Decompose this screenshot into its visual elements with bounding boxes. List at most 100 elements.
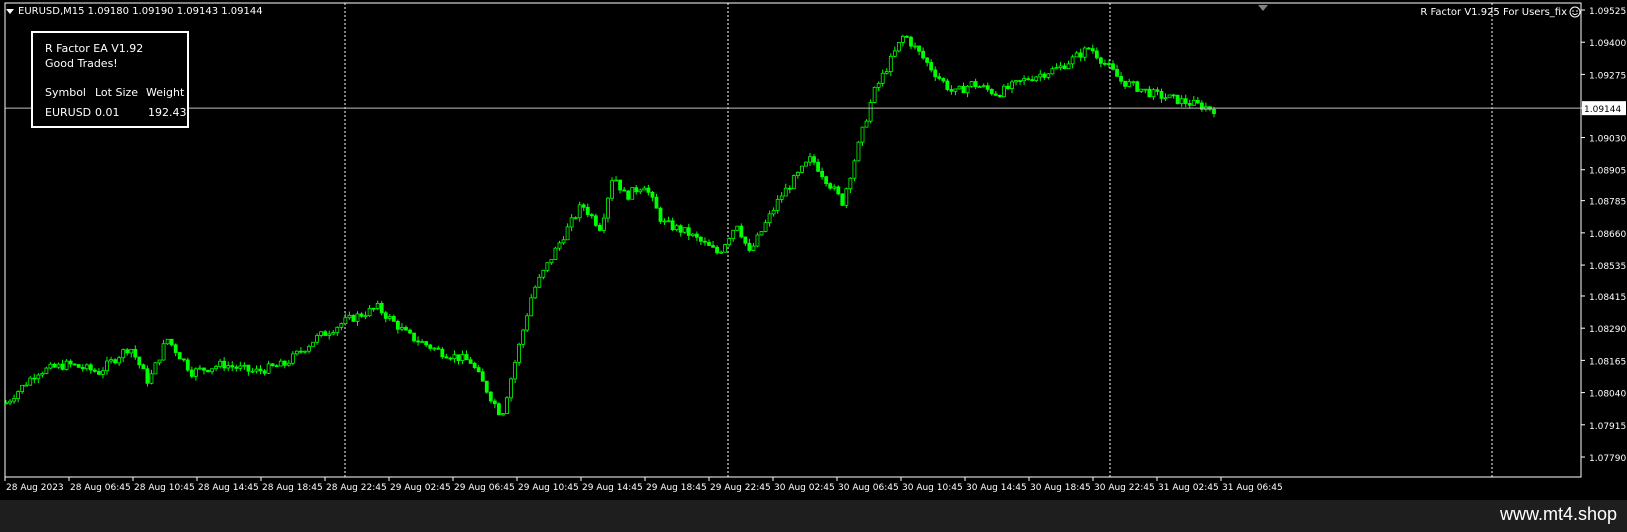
candle-body (387, 316, 392, 319)
candle-body (848, 177, 853, 190)
candle-body (1006, 85, 1010, 89)
chart-area[interactable]: 1.09525 1.09400 1.09275 1.09030 1.08905 1.087… (0, 0, 1627, 500)
candle-body (795, 171, 800, 177)
candle-body (52, 363, 57, 368)
candle-body (909, 36, 913, 47)
candle-body (1066, 63, 1071, 70)
x-tick-label: 29 Aug 02:45 (390, 483, 451, 493)
candle-body (888, 55, 893, 72)
candle-body (198, 367, 202, 370)
candle-body (359, 313, 364, 317)
smiley-icon[interactable] (1569, 6, 1581, 18)
candle-body (929, 62, 934, 71)
candle-body (36, 374, 41, 380)
candle-body (109, 359, 113, 362)
x-tick-label: 30 Aug 18:45 (1030, 483, 1091, 493)
candle-body (735, 225, 740, 231)
x-tick-label: 28 Aug 14:45 (198, 483, 259, 493)
candle-body (541, 269, 546, 278)
candle-body (1143, 88, 1148, 91)
candle-body (501, 413, 505, 416)
candle-body (997, 94, 1002, 98)
candle-body (965, 85, 970, 94)
x-tick-label: 28 Aug 10:45 (134, 483, 195, 493)
candle-body (456, 354, 461, 362)
candle-body (363, 315, 368, 318)
candle-body (193, 368, 198, 377)
x-tick-label: 29 Aug 18:45 (646, 483, 707, 493)
candle-body (973, 81, 978, 88)
candle-body (743, 236, 748, 244)
candle-body (404, 327, 408, 331)
ea-tag: R Factor V1.925 For Users_fix (1420, 7, 1567, 18)
candle-body (1171, 94, 1176, 97)
candle-body (917, 45, 921, 52)
candle-body (1090, 48, 1095, 52)
candle-body (852, 160, 857, 179)
y-tick-label: 1.07915 (1589, 422, 1626, 432)
candle-body (1050, 68, 1055, 75)
candle-body (816, 161, 820, 172)
candle-body (1058, 65, 1063, 68)
candle-body (60, 363, 65, 370)
x-tick-label: 30 Aug 06:45 (838, 483, 899, 493)
candle-body (1078, 52, 1083, 58)
candle-body (913, 45, 917, 48)
candle-body (327, 333, 332, 336)
candle-body (699, 236, 703, 242)
candle-body (424, 341, 429, 346)
chart-shift-marker[interactable] (1258, 5, 1268, 11)
candle-body (286, 362, 291, 366)
candle-body (747, 242, 752, 251)
candle-body (1159, 90, 1164, 99)
candle-body (602, 217, 606, 231)
candle-body (133, 348, 138, 358)
candle-body (460, 354, 465, 362)
candle-body (985, 85, 990, 90)
x-tick-label: 30 Aug 02:45 (774, 483, 835, 493)
candle-body (282, 360, 287, 366)
candle-body (921, 50, 926, 59)
symbol-value: EURUSD (45, 106, 92, 119)
candle-body (420, 341, 425, 344)
candle-body (367, 307, 372, 317)
candle-body (371, 307, 376, 310)
candle-body (832, 186, 837, 189)
candle-body (355, 313, 360, 322)
candle-body (690, 233, 695, 236)
y-tick-label: 1.08905 (1589, 167, 1626, 177)
candle-body (993, 93, 998, 96)
candle-body (408, 329, 412, 334)
x-tick-label: 30 Aug 14:45 (966, 483, 1027, 493)
y-tick-label: 1.07790 (1589, 454, 1626, 464)
candle-body (137, 356, 142, 366)
candle-body (666, 220, 671, 223)
candle-body (1187, 103, 1192, 106)
symbol-line: EURUSD,M15 1.09180 1.09190 1.09143 1.091… (18, 6, 263, 17)
candle-body (585, 206, 590, 215)
price-chart[interactable]: 1.09525 1.09400 1.09275 1.09030 1.08905 1.087… (0, 0, 1627, 500)
candle-body (177, 352, 182, 360)
candle-body (476, 367, 481, 373)
candle-body (646, 187, 651, 193)
candle-body (1070, 56, 1075, 65)
candle-body (480, 371, 485, 382)
candle-body (800, 165, 804, 173)
x-tick-label: 30 Aug 22:45 (1094, 483, 1155, 493)
candle-body (84, 364, 89, 370)
candle-body (707, 241, 711, 246)
candle-body (1111, 63, 1115, 70)
candle-body (824, 176, 829, 184)
candle-body (573, 217, 578, 220)
candle-body (254, 368, 259, 372)
time-axis: 28 Aug 2023 28 Aug 06:45 28 Aug 10:45 28 Au… (4, 477, 1283, 493)
ea-info-panel: R Factor EA V1.92 Good Trades! Symbol Lo… (31, 31, 189, 128)
candle-body (1127, 81, 1132, 87)
footer-url[interactable]: www.mt4.shop (1500, 504, 1617, 525)
symbol-column-header: Symbol (45, 86, 86, 99)
candle-body (945, 80, 950, 90)
menu-triangle-icon[interactable] (6, 8, 14, 14)
candle-body (1195, 99, 1200, 104)
candle-body (64, 360, 69, 370)
candle-body (8, 400, 12, 404)
